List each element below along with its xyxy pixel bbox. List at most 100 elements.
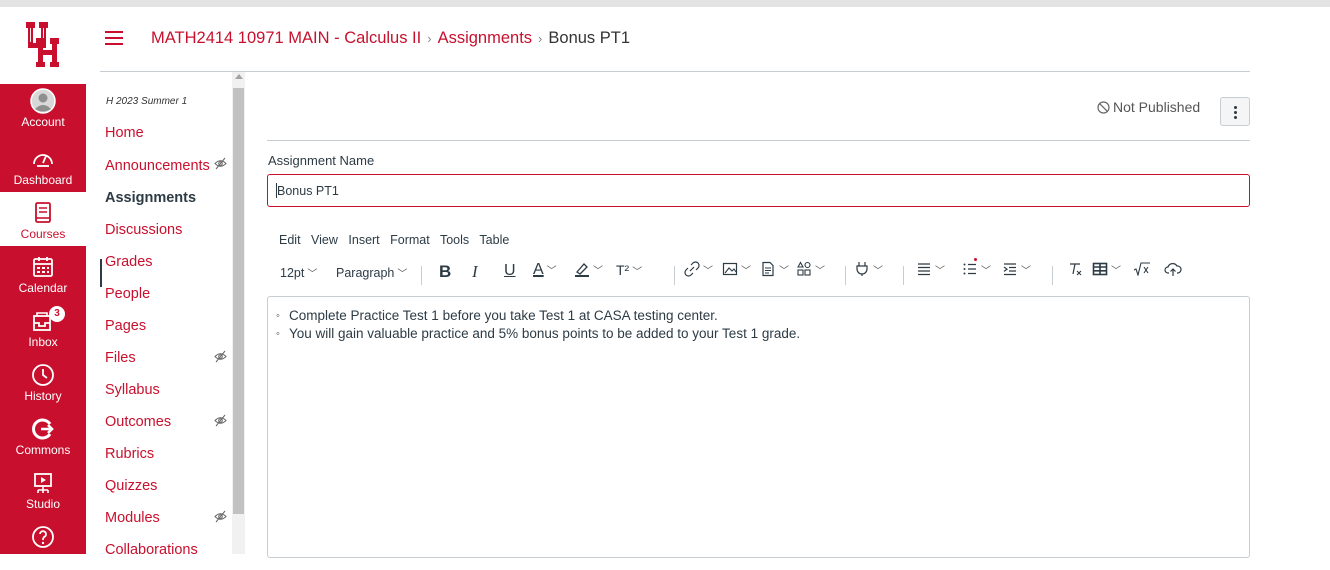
chevron-down-icon: ﹀ <box>397 269 408 280</box>
toolbar-divider <box>674 266 675 285</box>
commons-icon <box>32 418 54 440</box>
scroll-up-arrow-icon[interactable] <box>235 74 243 79</box>
underline-icon[interactable]: U <box>504 262 516 280</box>
hidden-eye-icon <box>214 350 227 363</box>
publish-status-label: Not Published <box>1113 99 1201 115</box>
scrollbar-thumb[interactable] <box>233 88 244 514</box>
indent-icon[interactable]: ﹀ <box>1002 261 1031 277</box>
hidden-eye-icon <box>214 414 227 427</box>
menu-table[interactable]: Table <box>479 233 509 247</box>
course-nav-grades[interactable]: Grades <box>105 254 153 270</box>
text-caret <box>276 183 277 198</box>
breadcrumb-separator: › <box>538 31 543 46</box>
account-icon <box>30 88 56 114</box>
kebab-dot <box>1234 111 1237 114</box>
cloud-icon[interactable] <box>1164 261 1182 277</box>
hidden-eye-icon <box>214 157 227 170</box>
nav-inbox[interactable]: 3 Inbox <box>0 300 86 354</box>
nav-calendar[interactable]: Calendar <box>0 246 86 300</box>
menu-view[interactable]: View <box>311 233 338 247</box>
nav-account[interactable]: Account <box>0 84 86 138</box>
list-item: You will gain valuable practice and 5% b… <box>276 325 1249 343</box>
course-nav-rubrics[interactable]: Rubrics <box>105 446 154 462</box>
editor-bullet-list: Complete Practice Test 1 before you take… <box>268 307 1249 343</box>
more-options-button[interactable] <box>1220 97 1250 126</box>
align-icon[interactable]: ﹀ <box>916 261 945 277</box>
header-divider <box>100 71 1250 72</box>
breadcrumb-course-link[interactable]: MATH2414 10971 MAIN - Calculus II <box>151 29 421 47</box>
menu-edit[interactable]: Edit <box>279 233 301 247</box>
nav-commons-label: Commons <box>15 443 71 457</box>
text-color-icon[interactable]: A ﹀ <box>533 261 557 279</box>
block-format-select[interactable]: Paragraph ﹀ <box>336 265 407 280</box>
nav-courses[interactable]: Courses <box>0 192 86 246</box>
bold-icon[interactable]: B <box>439 262 451 282</box>
course-nav-discussions[interactable]: Discussions <box>105 222 182 238</box>
top-border <box>0 0 1330 7</box>
breadcrumb-separator: › <box>427 31 432 46</box>
course-nav-assignments[interactable]: Assignments <box>105 190 196 206</box>
breadcrumb: MATH2414 10971 MAIN - Calculus II › Assign… <box>151 29 630 48</box>
nav-dashboard[interactable]: Dashboard <box>0 138 86 192</box>
content-divider <box>267 140 1250 141</box>
kebab-dot <box>1234 116 1237 119</box>
editor-toolbar: 12pt ﹀ Paragraph ﹀ B I U A ﹀ ﹀ T² ﹀ ﹀ ﹀ ﹀ ﹀ … <box>267 258 1250 292</box>
courses-icon <box>35 202 51 223</box>
bullet-list-icon[interactable]: ﹀ <box>962 261 991 277</box>
course-nav-home[interactable]: Home <box>105 125 144 141</box>
apps-icon[interactable]: ﹀ <box>796 261 825 277</box>
toolbar-divider <box>903 266 904 285</box>
course-nav-files[interactable]: Files <box>105 350 136 366</box>
menu-format[interactable]: Format <box>390 233 430 247</box>
italic-icon[interactable]: I <box>472 262 478 282</box>
clear-formatting-icon[interactable] <box>1067 261 1083 277</box>
toolbar-divider <box>421 266 422 285</box>
toolbar-divider <box>1052 266 1053 285</box>
inbox-unread-badge: 3 <box>49 306 65 322</box>
rich-content-editor[interactable]: Complete Practice Test 1 before you take… <box>267 296 1250 558</box>
menu-insert[interactable]: Insert <box>348 233 379 247</box>
breadcrumb-current: Bonus PT1 <box>548 29 631 47</box>
calendar-icon <box>33 257 53 277</box>
nav-commons[interactable]: Commons <box>0 408 86 462</box>
link-icon[interactable]: ﹀ <box>684 261 713 277</box>
list-item: Complete Practice Test 1 before you take… <box>276 307 1249 325</box>
document-icon[interactable]: ﹀ <box>760 261 789 277</box>
course-term: H 2023 Summer 1 <box>106 96 188 107</box>
breadcrumb-assignments-link[interactable]: Assignments <box>438 29 532 47</box>
block-format-value: Paragraph <box>336 266 395 280</box>
nav-history[interactable]: History <box>0 354 86 408</box>
math-equation-icon[interactable] <box>1133 262 1151 277</box>
image-icon[interactable]: ﹀ <box>722 261 751 277</box>
nav-studio[interactable]: Studio <box>0 462 86 516</box>
menu-tools[interactable]: Tools <box>440 233 469 247</box>
help-icon <box>32 526 54 548</box>
editor-menubar: Edit View Insert Format Tools Table <box>279 233 516 247</box>
course-nav-syllabus[interactable]: Syllabus <box>105 382 160 398</box>
highlight-color-icon[interactable]: ﹀ <box>574 261 603 277</box>
active-indicator <box>100 259 102 287</box>
course-nav-announcements[interactable]: Announcements <box>105 158 210 174</box>
dashboard-icon <box>33 154 53 167</box>
hamburger-menu-icon[interactable] <box>104 30 124 46</box>
assignment-name-input[interactable] <box>267 174 1250 207</box>
course-nav-collaborations[interactable]: Collaborations <box>105 542 198 558</box>
table-icon[interactable]: ﹀ <box>1092 261 1121 277</box>
history-icon <box>32 364 54 386</box>
publish-status[interactable]: Not Published <box>1097 99 1200 115</box>
nav-studio-label: Studio <box>25 497 61 511</box>
superscript-icon[interactable]: T² ﹀ <box>616 262 642 278</box>
course-nav-quizzes[interactable]: Quizzes <box>105 478 157 494</box>
course-nav-modules[interactable]: Modules <box>105 510 160 526</box>
nav-account-label: Account <box>21 115 65 129</box>
assignment-name-label: Assignment Name <box>268 153 375 168</box>
nav-courses-label: Courses <box>20 227 66 241</box>
course-nav-outcomes[interactable]: Outcomes <box>105 414 171 430</box>
nav-help[interactable] <box>0 516 86 570</box>
course-nav-pages[interactable]: Pages <box>105 318 146 334</box>
uh-logo[interactable] <box>22 20 64 70</box>
font-size-select[interactable]: 12pt ﹀ <box>280 265 317 280</box>
plugins-icon[interactable]: ﹀ <box>854 261 883 277</box>
course-nav-people[interactable]: People <box>105 286 150 302</box>
font-size-value: 12pt <box>280 266 305 280</box>
